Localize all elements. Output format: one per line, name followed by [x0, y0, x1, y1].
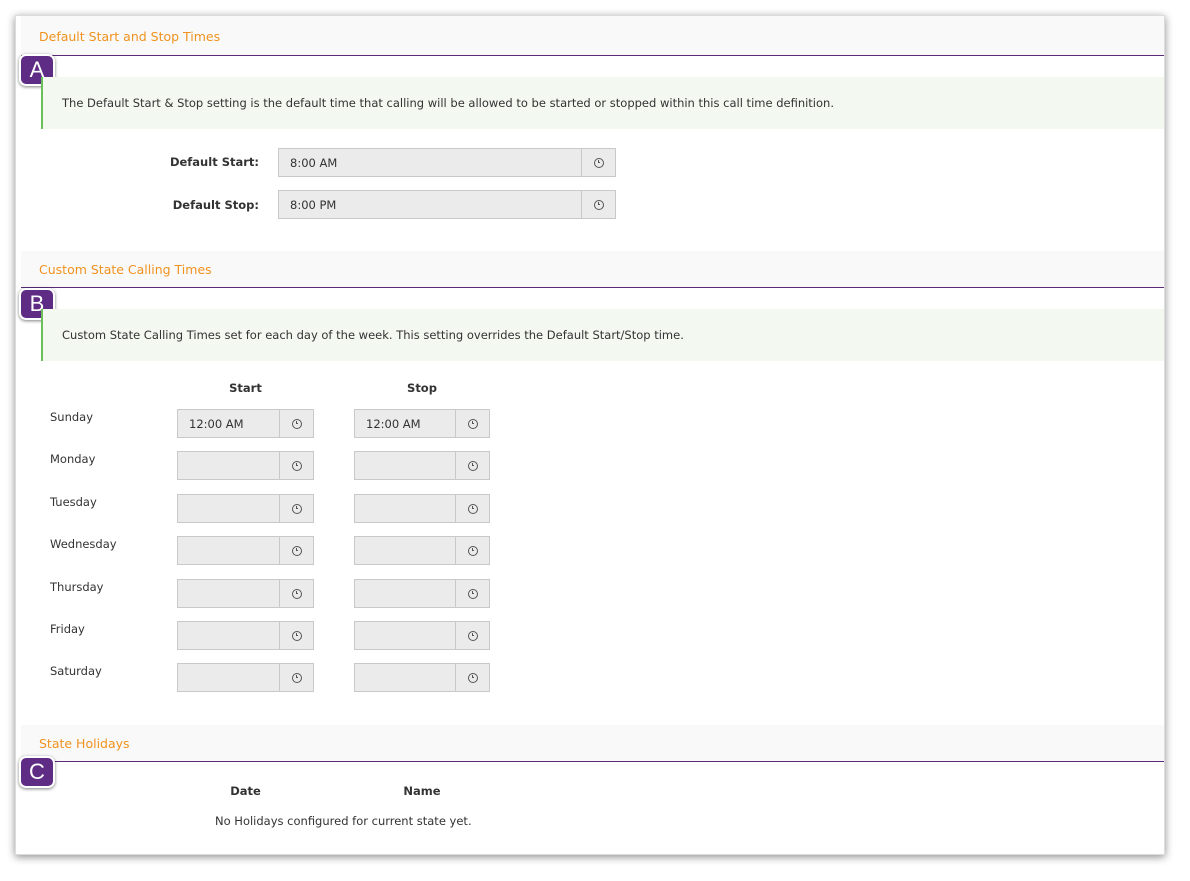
clock-icon: [291, 672, 302, 683]
tuesday-start-clock-button[interactable]: [280, 495, 313, 522]
default-stop-value[interactable]: 8:00 PM: [279, 191, 582, 218]
default-start-value[interactable]: 8:00 AM: [279, 149, 582, 176]
holidays-empty-message: No Holidays configured for current state…: [215, 814, 472, 828]
default-stop-clock-button[interactable]: [582, 191, 615, 218]
sunday-start-clock-button[interactable]: [280, 410, 313, 437]
wednesday-start-clock-button[interactable]: [280, 537, 313, 564]
tuesday-stop-clock-button[interactable]: [456, 495, 489, 522]
clock-icon: [467, 588, 478, 599]
sunday-stop-value[interactable]: 12:00 AM: [355, 410, 456, 437]
call-time-panel: Default Start and Stop Times A The Defau…: [15, 15, 1165, 855]
tuesday-stop-input[interactable]: [354, 494, 490, 523]
tuesday-start-value[interactable]: [178, 495, 280, 522]
clock-icon: [593, 157, 604, 168]
thursday-stop-input[interactable]: [354, 579, 490, 608]
monday-stop-value[interactable]: [355, 452, 456, 479]
section-badge-c: C: [19, 756, 55, 788]
wednesday-stop-value[interactable]: [355, 537, 456, 564]
clock-icon: [467, 460, 478, 471]
tuesday-stop-value[interactable]: [355, 495, 456, 522]
clock-icon: [291, 418, 302, 429]
thursday-start-input[interactable]: [177, 579, 314, 608]
day-label-saturday: Saturday: [50, 664, 102, 678]
info-box-custom: Custom State Calling Times set for each …: [41, 309, 1164, 361]
sunday-start-input[interactable]: 12:00 AM: [177, 409, 314, 438]
sunday-stop-input[interactable]: 12:00 AM: [354, 409, 490, 438]
friday-start-value[interactable]: [178, 622, 280, 649]
monday-stop-clock-button[interactable]: [456, 452, 489, 479]
section-header-default-times: Default Start and Stop Times: [21, 16, 1164, 56]
saturday-stop-clock-button[interactable]: [456, 664, 489, 691]
default-start-clock-button[interactable]: [582, 149, 615, 176]
day-label-sunday: Sunday: [50, 410, 94, 424]
clock-icon: [291, 545, 302, 556]
saturday-start-input[interactable]: [177, 663, 314, 692]
saturday-stop-input[interactable]: [354, 663, 490, 692]
section-title: State Holidays: [39, 736, 130, 751]
clock-icon: [593, 199, 604, 210]
wednesday-stop-input[interactable]: [354, 536, 490, 565]
clock-icon: [291, 460, 302, 471]
monday-start-input[interactable]: [177, 451, 314, 480]
monday-start-clock-button[interactable]: [280, 452, 313, 479]
section-title: Default Start and Stop Times: [39, 29, 221, 44]
clock-icon: [467, 418, 478, 429]
default-stop-label: Default Stop:: [172, 198, 259, 212]
friday-stop-value[interactable]: [355, 622, 456, 649]
clock-icon: [467, 545, 478, 556]
friday-start-input[interactable]: [177, 621, 314, 650]
default-start-label: Default Start:: [169, 155, 259, 169]
wednesday-stop-clock-button[interactable]: [456, 537, 489, 564]
clock-icon: [467, 672, 478, 683]
tuesday-start-input[interactable]: [177, 494, 314, 523]
date-column-header: Date: [230, 784, 261, 798]
info-box-default: The Default Start & Stop setting is the …: [41, 77, 1164, 129]
clock-icon: [291, 630, 302, 641]
day-label-monday: Monday: [50, 452, 96, 466]
section-header-custom-times: Custom State Calling Times: [21, 251, 1164, 288]
start-column-header: Start: [229, 381, 262, 395]
clock-icon: [291, 588, 302, 599]
wednesday-start-input[interactable]: [177, 536, 314, 565]
day-label-tuesday: Tuesday: [50, 495, 97, 509]
saturday-start-value[interactable]: [178, 664, 280, 691]
friday-stop-input[interactable]: [354, 621, 490, 650]
section-header-holidays: State Holidays: [21, 725, 1164, 762]
sunday-start-value[interactable]: 12:00 AM: [178, 410, 280, 437]
day-label-thursday: Thursday: [50, 580, 104, 594]
monday-start-value[interactable]: [178, 452, 280, 479]
saturday-start-clock-button[interactable]: [280, 664, 313, 691]
clock-icon: [467, 630, 478, 641]
day-label-wednesday: Wednesday: [50, 537, 117, 551]
default-stop-input[interactable]: 8:00 PM: [278, 190, 616, 219]
stop-column-header: Stop: [407, 381, 437, 395]
friday-start-clock-button[interactable]: [280, 622, 313, 649]
clock-icon: [467, 503, 478, 514]
day-label-friday: Friday: [50, 622, 85, 636]
section-title: Custom State Calling Times: [39, 262, 212, 277]
thursday-stop-clock-button[interactable]: [456, 580, 489, 607]
clock-icon: [291, 503, 302, 514]
thursday-start-value[interactable]: [178, 580, 280, 607]
name-column-header: Name: [403, 784, 441, 798]
wednesday-start-value[interactable]: [178, 537, 280, 564]
thursday-start-clock-button[interactable]: [280, 580, 313, 607]
monday-stop-input[interactable]: [354, 451, 490, 480]
saturday-stop-value[interactable]: [355, 664, 456, 691]
thursday-stop-value[interactable]: [355, 580, 456, 607]
sunday-stop-clock-button[interactable]: [456, 410, 489, 437]
default-start-input[interactable]: 8:00 AM: [278, 148, 616, 177]
friday-stop-clock-button[interactable]: [456, 622, 489, 649]
